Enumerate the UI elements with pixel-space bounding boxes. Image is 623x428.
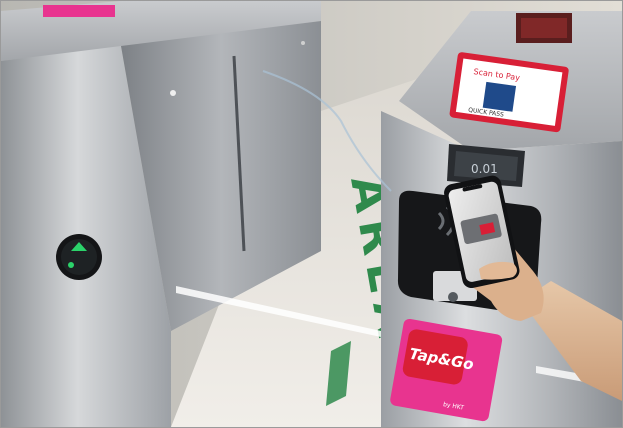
fare-display-value: 0.01 bbox=[471, 162, 498, 176]
entry-indicator bbox=[56, 234, 102, 280]
top-sticker bbox=[43, 5, 115, 17]
gate-rivet bbox=[170, 90, 176, 96]
photo-frame: AREA Scan to Pay QUICK PASS 0.01 bbox=[0, 0, 623, 428]
gate-rivet-2 bbox=[301, 41, 305, 45]
top-led-glow bbox=[521, 18, 567, 38]
tap-and-go-sticker: Tap&Go by HKT bbox=[390, 318, 503, 422]
metro-gate-photo: AREA Scan to Pay QUICK PASS 0.01 bbox=[1, 1, 622, 427]
reader-button bbox=[448, 292, 458, 302]
qr-icon bbox=[482, 81, 517, 112]
